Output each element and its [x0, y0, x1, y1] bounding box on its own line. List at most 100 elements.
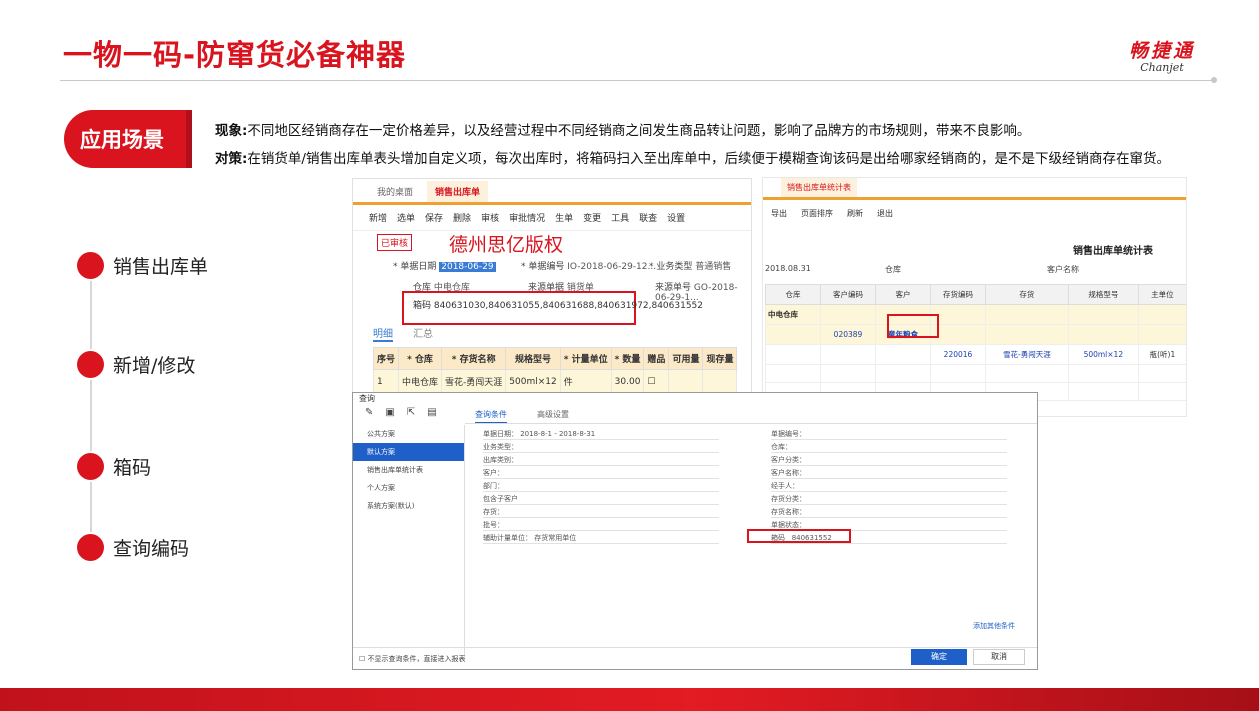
header-divider: [60, 80, 1216, 81]
timeline-label: 箱码: [113, 457, 152, 479]
tab-sales-report[interactable]: 销售出库单统计表: [781, 178, 857, 197]
generate-button[interactable]: 生单: [555, 211, 573, 224]
audit-button[interactable]: 审核: [481, 211, 499, 224]
logo-cn: 畅捷通: [1128, 40, 1195, 62]
query-field[interactable]: 存货名称：: [771, 507, 1007, 518]
query-field[interactable]: 经手人：: [771, 481, 1007, 492]
query-field[interactable]: 辅助计量单位： 存货常用单位: [483, 533, 720, 544]
tab-my-desktop[interactable]: 我的桌面: [369, 181, 421, 202]
table-cell[interactable]: 中电仓库: [398, 369, 443, 394]
query-field[interactable]: 单据编号：: [771, 429, 1007, 440]
new-button[interactable]: 新增: [369, 211, 387, 224]
timeline-label: 销售出库单: [113, 256, 209, 278]
ok-button[interactable]: 确定: [911, 649, 967, 665]
delete-icon[interactable]: ▤: [427, 407, 436, 418]
query-field[interactable]: 存货：: [483, 507, 719, 518]
tab-query-conditions[interactable]: 查询条件: [475, 409, 507, 424]
tab-bar: 销售出库单统计表: [763, 178, 1186, 200]
scheme-group-public[interactable]: 公共方案: [353, 425, 464, 443]
box-code-highlight: [747, 529, 851, 543]
description: 现象:不同地区经销商存在一定价格差异，以及经营过程中不同经销商之间发生商品转让问…: [215, 117, 1225, 173]
report-table: 仓库 客户编码 客户 存货编码 存货 规格型号 主单位 中电仓库 020389 …: [765, 284, 1186, 401]
export-button[interactable]: 导出: [771, 208, 787, 219]
select-button[interactable]: 选单: [397, 211, 415, 224]
refresh-button[interactable]: 刷新: [847, 208, 863, 219]
table-cell[interactable]: 500ml×12: [505, 369, 561, 394]
tab-advanced[interactable]: 高级设置: [537, 409, 569, 424]
table-row: 中电仓库: [765, 304, 1186, 325]
strategy-text: 在销货单/销售出库单表头增加自定义项，每次出库时，将箱码扫入至出库单中，后续便于…: [247, 151, 1170, 167]
scheme-group-personal[interactable]: 个人方案: [353, 479, 464, 497]
tab-sales-outbound[interactable]: 销售出库单: [427, 181, 489, 202]
doc-date-value[interactable]: 2018-06-29: [439, 262, 496, 272]
column-header: 可用量: [668, 347, 704, 370]
tab-detail[interactable]: 明细: [373, 325, 393, 342]
detail-tabs: 明细 汇总: [373, 325, 433, 342]
tab-summary[interactable]: 汇总: [413, 325, 433, 342]
settings-button[interactable]: 设置: [667, 211, 685, 224]
scheme-sales-report[interactable]: 销售出库单统计表: [353, 461, 464, 479]
query-field[interactable]: 仓库：: [771, 442, 1007, 453]
include-sub-customer-checkbox[interactable]: 包含子客户: [483, 494, 719, 505]
report-date: 2018.08.31: [765, 264, 811, 273]
timeline-item: 查询编码: [77, 534, 189, 561]
tab-bar: 我的桌面 销售出库单: [353, 179, 751, 205]
query-field[interactable]: 单据日期： 2018-8-1 - 2018-8-31: [483, 429, 720, 440]
link-query-button[interactable]: 联查: [639, 211, 657, 224]
report-warehouse-label: 仓库: [885, 265, 901, 274]
table-cell: 雪花-勇闯天涯: [985, 344, 1069, 365]
column-header: 客户编码: [820, 284, 876, 305]
query-field[interactable]: 客户分类：: [771, 455, 1007, 466]
query-field[interactable]: 业务类型：: [483, 442, 719, 453]
tools-button[interactable]: 工具: [611, 211, 629, 224]
sales-report-screenshot: 销售出库单统计表 导出 页面排序 刷新 退出 销售出库单统计表 2018.08.…: [762, 177, 1187, 417]
query-field[interactable]: 客户名称：: [771, 468, 1007, 479]
chanjet-logo: 畅捷通 Chanjet: [1112, 36, 1212, 74]
table-cell[interactable]: 件: [559, 369, 612, 394]
change-button[interactable]: 变更: [583, 211, 601, 224]
box-code-field[interactable]: 箱码 840631030,840631055,840631688,8406319…: [413, 298, 703, 311]
timeline-label: 新增/修改: [113, 355, 196, 377]
tab-divider: [465, 423, 1037, 424]
skip-conditions-checkbox[interactable]: ☐: [359, 655, 368, 663]
query-field[interactable]: 存货分类：: [771, 494, 1007, 505]
dialog-toolbar: ✎ ▣ ⇱ ▤: [365, 407, 437, 418]
page-sort-button[interactable]: 页面排序: [801, 208, 833, 219]
scheme-default[interactable]: 默认方案: [353, 443, 464, 461]
delete-button[interactable]: 删除: [453, 211, 471, 224]
share-icon[interactable]: ⇱: [407, 407, 415, 418]
query-field[interactable]: 出库类别：: [483, 455, 719, 466]
scheme-system-default[interactable]: 系统方案(默认): [353, 497, 464, 515]
query-field[interactable]: 批号：: [483, 520, 719, 531]
report-customer-label: 客户名称: [1047, 265, 1079, 274]
save-button[interactable]: 保存: [425, 211, 443, 224]
toolbar: 新增 选单 保存 删除 审核 审批情况 生单 变更 工具 联查 设置: [353, 205, 751, 231]
table-cell[interactable]: 30.00: [610, 369, 645, 394]
table-cell: 020389: [820, 324, 876, 345]
add-condition-link[interactable]: 添加其他条件: [973, 621, 1015, 631]
column-header: 现存量: [702, 347, 738, 370]
edit-icon[interactable]: ✎: [365, 407, 373, 418]
table-cell[interactable]: 雪花-勇闯天涯: [441, 369, 507, 394]
query-dialog-screenshot: 查询 ✎ ▣ ⇱ ▤ 公共方案 默认方案 销售出库单统计表 个人方案 系统方案(…: [352, 392, 1038, 670]
exit-button[interactable]: 退出: [877, 208, 893, 219]
page-title: 一物一码-防窜货必备神器: [63, 38, 407, 72]
column-header: 主单位: [1137, 284, 1186, 305]
approval-button[interactable]: 审批情况: [509, 211, 545, 224]
dialog-title: 查询: [359, 394, 375, 403]
query-tabs: 查询条件 高级设置: [475, 409, 569, 424]
save-icon[interactable]: ▣: [385, 407, 394, 418]
query-field[interactable]: 客户：: [483, 468, 719, 479]
column-header: 规格型号: [1067, 284, 1139, 305]
column-header: 存货: [985, 284, 1069, 305]
logo-en: Chanjet: [1140, 61, 1184, 74]
dialog-footer: ☐ 不显示查询条件，直接进入报表 确定 取消: [353, 647, 1037, 669]
sales-outbound-screenshot: 我的桌面 销售出库单 新增 选单 保存 删除 审核 审批情况 生单 变更 工具 …: [352, 178, 752, 400]
timeline-item: 新增/修改: [77, 351, 195, 378]
gift-checkbox[interactable]: ☐: [643, 369, 670, 394]
table-row[interactable]: 1 中电仓库 雪花-勇闯天涯 500ml×12 件 30.00 ☐: [372, 369, 738, 394]
cancel-button[interactable]: 取消: [973, 649, 1025, 665]
footer-bar: [0, 688, 1259, 711]
query-field[interactable]: 部门：: [483, 481, 719, 492]
table-cell: 1: [372, 369, 400, 394]
